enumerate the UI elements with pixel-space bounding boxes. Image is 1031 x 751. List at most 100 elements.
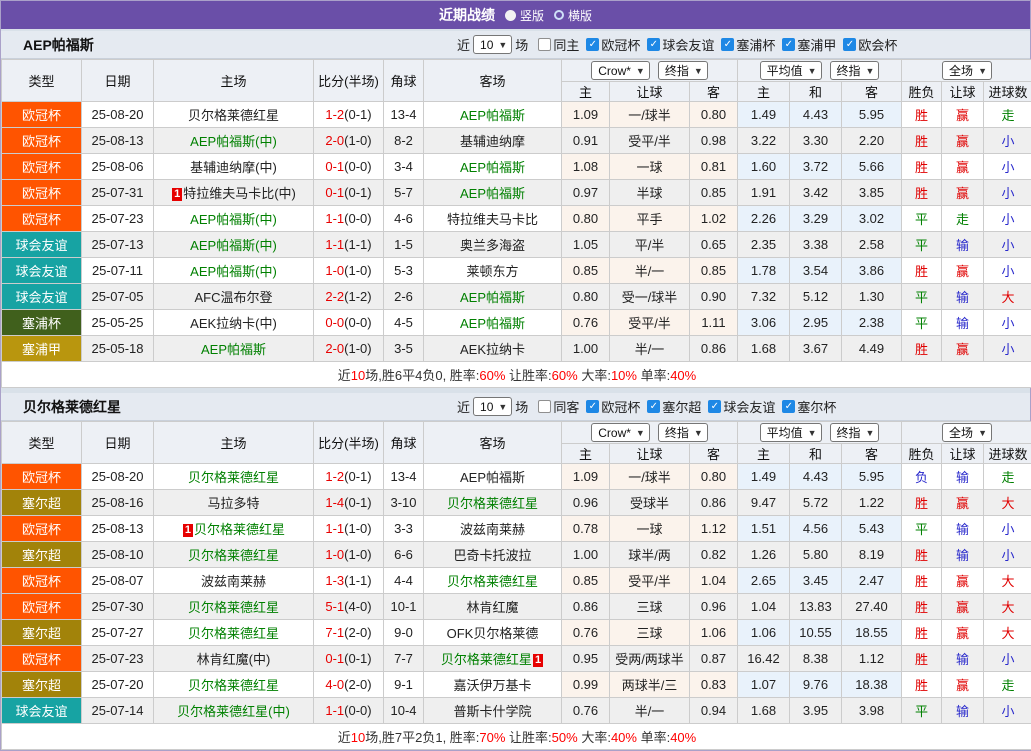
- away-team-name: 普斯卡什学院: [453, 704, 531, 719]
- col-header-corner: 角球: [384, 422, 424, 464]
- bookmaker-period-select[interactable]: 终指▼: [658, 423, 708, 442]
- avg-home-cell: 1.68: [738, 698, 790, 724]
- avg-draw-cell: 5.12: [790, 284, 842, 310]
- sub-header-handicap-line: 让球: [610, 444, 690, 464]
- away-team-cell: 奥兰多海盗: [424, 232, 562, 258]
- avg-draw-cell: 5.80: [790, 542, 842, 568]
- checkbox-unchecked-icon[interactable]: [538, 38, 551, 51]
- result-goals-cell: 大: [984, 594, 1031, 620]
- date-cell: 25-08-10: [82, 542, 154, 568]
- score-cell: 1-0(1-0): [314, 542, 384, 568]
- checkbox-icon[interactable]: ✓: [843, 38, 856, 51]
- avg-away-cell: 2.38: [842, 310, 902, 336]
- checkbox-icon[interactable]: ✓: [782, 38, 795, 51]
- average-select[interactable]: 平均值▼: [760, 423, 822, 442]
- league-filter[interactable]: ✓塞浦杯: [721, 35, 775, 54]
- result-goals-cell: 走: [984, 464, 1031, 490]
- avg-draw-cell: 4.56: [790, 516, 842, 542]
- scope-value: 全场: [949, 424, 973, 441]
- checkbox-icon[interactable]: ✓: [721, 38, 734, 51]
- average-select[interactable]: 平均值▼: [760, 61, 822, 80]
- sub-header-avg-draw: 和: [790, 444, 842, 464]
- result-handicap-cell: 赢: [942, 568, 984, 594]
- odds-away-cell: 1.12: [690, 516, 738, 542]
- league-filter[interactable]: ✓欧会杯: [843, 35, 897, 54]
- avg-home-cell: 2.26: [738, 206, 790, 232]
- summary-text: 近10场,胜6平4负0, 胜率:60% 让胜率:60% 大率:10% 单率:40…: [3, 365, 1031, 384]
- odds-home-cell: 0.85: [562, 258, 610, 284]
- layout-option-horizontal[interactable]: 横版: [554, 7, 592, 24]
- home-team-name: 贝尔格莱德红星: [188, 470, 279, 485]
- league-filter[interactable]: ✓球会友谊: [708, 397, 775, 416]
- league-filter[interactable]: ✓塞尔杯: [782, 397, 836, 416]
- home-team-name: 贝尔格莱德红星: [194, 522, 285, 537]
- same-venue-filter[interactable]: 同主: [538, 35, 579, 54]
- checkbox-icon[interactable]: ✓: [782, 400, 795, 413]
- league-cell: 欧冠杯: [2, 516, 82, 542]
- summary-segment: 单率:: [637, 730, 670, 745]
- home-team-cell: AEK拉纳卡(中): [154, 310, 314, 336]
- home-team-name: 基辅迪纳摩(中): [190, 160, 277, 175]
- league-cell: 欧冠杯: [2, 568, 82, 594]
- team-recent-table-home: AEP帕福斯 近 10 ▼ 场 同主 ✓欧冠杯✓球会友谊✓塞浦杯✓塞浦甲✓欧会杯: [1, 31, 1030, 388]
- corner-cell: 9-0: [384, 620, 424, 646]
- checkbox-icon[interactable]: ✓: [586, 400, 599, 413]
- result-goals-cell: 小: [984, 698, 1031, 724]
- checkbox-icon[interactable]: ✓: [647, 38, 660, 51]
- recent-count-select[interactable]: 10 ▼: [473, 397, 512, 416]
- away-team-cell: 贝尔格莱德红星: [424, 490, 562, 516]
- league-filter[interactable]: ✓欧冠杯: [586, 397, 640, 416]
- recent-label: 近: [457, 35, 470, 54]
- bookmaker-select[interactable]: Crow*▼: [591, 423, 650, 442]
- corner-cell: 5-3: [384, 258, 424, 284]
- date-cell: 25-07-14: [82, 698, 154, 724]
- league-filter[interactable]: ✓球会友谊: [647, 35, 714, 54]
- checkbox-icon[interactable]: ✓: [647, 400, 660, 413]
- odds-away-cell: 0.85: [690, 180, 738, 206]
- col-header-date: 日期: [82, 60, 154, 102]
- bookmaker-select[interactable]: Crow*▼: [591, 61, 650, 80]
- home-team-name: AEP帕福斯(中): [190, 134, 277, 149]
- bookmaker-period-select[interactable]: 终指▼: [658, 61, 708, 80]
- recent-count-select[interactable]: 10 ▼: [473, 35, 512, 54]
- same-venue-filter[interactable]: 同客: [538, 397, 579, 416]
- summary-segment: 大率:: [578, 368, 611, 383]
- league-filter[interactable]: ✓塞尔超: [647, 397, 701, 416]
- layout-option-vertical[interactable]: 竖版: [505, 7, 544, 24]
- avg-away-cell: 4.49: [842, 336, 902, 362]
- checkbox-icon[interactable]: ✓: [586, 38, 599, 51]
- radio-selected-icon[interactable]: [505, 10, 516, 21]
- league-filters: ✓欧冠杯 ✓球会友谊 ✓塞浦杯 ✓塞浦甲 ✓欧会杯: [579, 35, 897, 54]
- away-team-cell: 嘉沃伊万基卡: [424, 672, 562, 698]
- league-cell: 球会友谊: [2, 698, 82, 724]
- odds-away-cell: 0.81: [690, 154, 738, 180]
- result-handicap-cell: 赢: [942, 128, 984, 154]
- odds-away-cell: 0.98: [690, 128, 738, 154]
- avg-home-cell: 1.49: [738, 464, 790, 490]
- full-time-score: 4-0: [325, 677, 344, 692]
- away-team-cell: AEP帕福斯: [424, 284, 562, 310]
- handicap-line-cell: 一/球半: [610, 102, 690, 128]
- result-handicap-cell: 输: [942, 542, 984, 568]
- result-handicap-cell: 赢: [942, 180, 984, 206]
- corner-cell: 13-4: [384, 464, 424, 490]
- summary-segment: 大率:: [578, 730, 611, 745]
- checkbox-icon[interactable]: ✓: [708, 400, 721, 413]
- scope-select[interactable]: 全场▼: [942, 61, 992, 80]
- home-team-name: 贝尔格莱德红星(中): [177, 704, 290, 719]
- avg-draw-cell: 4.43: [790, 102, 842, 128]
- radio-unselected-icon[interactable]: [554, 10, 564, 20]
- avg-away-cell: 27.40: [842, 594, 902, 620]
- league-cell: 塞浦甲: [2, 336, 82, 362]
- league-filter[interactable]: ✓欧冠杯: [586, 35, 640, 54]
- full-time-score: 1-0: [325, 263, 344, 278]
- league-filter[interactable]: ✓塞浦甲: [782, 35, 836, 54]
- checkbox-unchecked-icon[interactable]: [538, 400, 551, 413]
- result-wdl-cell: 胜: [902, 620, 942, 646]
- chevron-down-icon: ▼: [978, 428, 987, 438]
- average-period-select[interactable]: 终指▼: [830, 61, 880, 80]
- scope-select[interactable]: 全场 ▼: [942, 423, 992, 442]
- odds-home-cell: 0.78: [562, 516, 610, 542]
- average-period-select[interactable]: 终指▼: [830, 423, 880, 442]
- sub-header-avg-home: 主: [738, 82, 790, 102]
